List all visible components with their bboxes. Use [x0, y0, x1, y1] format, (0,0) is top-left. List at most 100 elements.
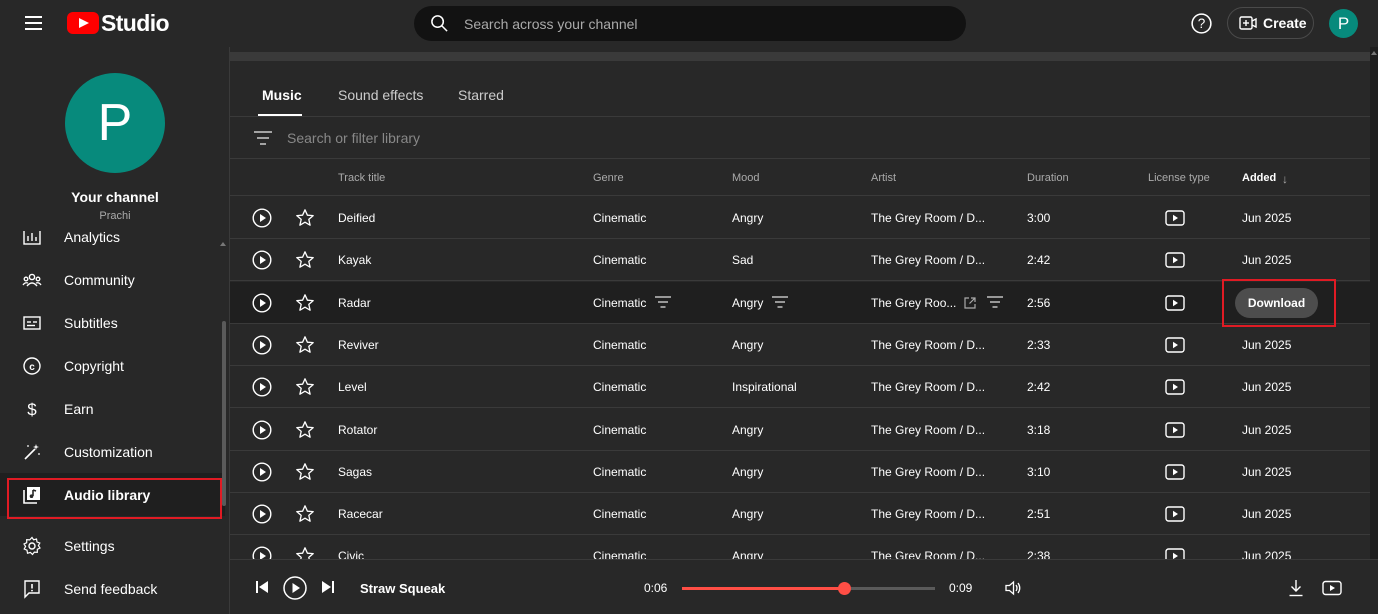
cell-artist: The Grey Roo... — [871, 295, 957, 310]
cell-duration: 2:56 — [1027, 295, 1051, 310]
table-row[interactable]: Radar Cinematic Angry The Grey Roo... 2:56 Do… — [230, 278, 1370, 327]
sidebar-item-analytics[interactable]: Analytics — [0, 231, 225, 258]
sidebar-scroll-up-arrow[interactable] — [220, 242, 226, 246]
sidebar-item-community[interactable]: Community — [0, 258, 225, 301]
video-icon[interactable] — [1322, 580, 1342, 596]
column-added[interactable]: Added — [1242, 172, 1276, 184]
star-icon[interactable] — [295, 546, 315, 559]
table-row[interactable]: Level Cinematic Inspirational The Grey Room… — [230, 366, 1370, 409]
play-icon[interactable] — [252, 504, 272, 524]
table-row[interactable]: Kayak Cinematic Sad The Grey Room / D... 2:4… — [230, 239, 1370, 282]
table-row[interactable]: Racecar Cinematic Angry The Grey Room / D..… — [230, 493, 1370, 536]
top-bar: Studio ? Create P — [0, 0, 1378, 47]
progress-bar[interactable] — [682, 582, 935, 595]
volume-icon[interactable] — [1004, 579, 1022, 597]
star-icon[interactable] — [295, 420, 315, 440]
sidebar-item-audio-library[interactable]: Audio library — [0, 473, 225, 516]
license-type-icon[interactable] — [1165, 294, 1185, 311]
column-mood[interactable]: Mood — [732, 172, 760, 184]
play-icon[interactable] — [252, 335, 272, 355]
column-license-type[interactable]: License type — [1148, 172, 1210, 184]
youtube-studio-logo[interactable]: Studio — [67, 9, 170, 37]
sidebar-scrollbar[interactable] — [222, 321, 226, 506]
search-input[interactable] — [464, 6, 944, 41]
search-icon[interactable] — [430, 14, 449, 33]
account-avatar[interactable]: P — [1329, 9, 1358, 38]
sort-down-arrow-icon[interactable]: ↓ — [1282, 172, 1288, 186]
star-icon[interactable] — [295, 250, 315, 270]
download-icon[interactable] — [1288, 579, 1304, 597]
cell-genre: Cinematic — [593, 380, 647, 395]
license-type-icon[interactable] — [1165, 464, 1185, 480]
play-icon[interactable] — [252, 377, 272, 397]
license-type-icon[interactable] — [1165, 506, 1185, 522]
star-icon[interactable] — [295, 293, 315, 313]
channel-handle: Prachi — [99, 210, 131, 222]
cell-mood: Angry — [732, 507, 764, 522]
progress-handle[interactable] — [837, 582, 851, 595]
filter-by-genre-icon[interactable] — [655, 295, 671, 308]
star-icon[interactable] — [295, 208, 315, 228]
play-icon[interactable] — [252, 293, 272, 313]
next-track-icon[interactable] — [320, 579, 336, 595]
sidebar-item-customization[interactable]: Customization — [0, 430, 225, 473]
filter-by-artist-icon[interactable] — [987, 295, 1003, 308]
tab-music[interactable]: Music — [262, 87, 302, 103]
sidebar-item-settings[interactable]: Settings — [0, 524, 225, 567]
play-icon[interactable] — [252, 250, 272, 270]
play-icon[interactable] — [252, 419, 272, 440]
license-type-icon[interactable] — [1165, 210, 1185, 226]
table-row[interactable]: Rotator Cinematic Angry The Grey Room / D..… — [230, 409, 1370, 451]
column-artist[interactable]: Artist — [871, 172, 896, 184]
table-row[interactable]: Deified Cinematic Angry The Grey Room / D..… — [230, 197, 1370, 239]
create-label: Create — [1263, 15, 1307, 31]
filter-icon[interactable] — [254, 131, 272, 145]
download-button[interactable]: Download — [1235, 287, 1318, 318]
search-bar — [414, 6, 966, 41]
table-row[interactable]: Reviver Cinematic Angry The Grey Room / D..… — [230, 324, 1370, 366]
create-button[interactable]: Create — [1227, 7, 1314, 39]
cell-mood: Angry — [732, 211, 764, 225]
filter-by-mood-icon[interactable] — [772, 295, 788, 308]
current-time: 0:06 — [644, 581, 668, 595]
main-scrollbar[interactable] — [1370, 47, 1378, 559]
play-icon[interactable] — [252, 208, 272, 228]
table-row[interactable]: Sagas Cinematic Angry The Grey Room / D... 3… — [230, 451, 1370, 493]
tab-starred[interactable]: Starred — [458, 87, 504, 103]
license-type-icon[interactable] — [1165, 337, 1185, 353]
play-icon[interactable] — [252, 462, 272, 482]
youtube-logo-icon — [67, 12, 99, 34]
play-icon[interactable] — [283, 576, 307, 600]
play-icon[interactable] — [252, 546, 272, 559]
table-row[interactable]: Civic Cinematic Angry The Grey Room / D... 2… — [230, 535, 1370, 559]
filter-input[interactable] — [287, 117, 887, 159]
cell-added: Jun 2025 — [1242, 211, 1292, 225]
sidebar-item-subtitles[interactable]: Subtitles — [0, 301, 225, 344]
star-icon[interactable] — [295, 462, 315, 482]
external-link-icon[interactable] — [963, 296, 977, 310]
star-icon[interactable] — [295, 504, 315, 524]
hamburger-menu-icon[interactable] — [18, 10, 50, 36]
license-type-icon[interactable] — [1165, 548, 1185, 559]
sidebar-item-send-feedback[interactable]: Send feedback — [0, 567, 225, 610]
cell-title: Kayak — [338, 253, 372, 268]
star-icon[interactable] — [295, 335, 315, 355]
license-type-icon[interactable] — [1165, 421, 1185, 438]
license-type-icon[interactable] — [1165, 252, 1185, 268]
column-genre[interactable]: Genre — [593, 172, 624, 184]
previous-track-icon[interactable] — [254, 579, 270, 595]
channel-avatar[interactable]: P — [65, 73, 165, 173]
sidebar-item-copyright[interactable]: c Copyright — [0, 344, 225, 387]
sidebar-item-earn[interactable]: $ Earn — [0, 387, 225, 430]
star-icon[interactable] — [295, 377, 315, 397]
license-type-icon[interactable] — [1165, 379, 1185, 395]
subtitles-icon — [23, 316, 41, 330]
filter-bar — [230, 117, 1370, 159]
cell-artist: The Grey Room / D... — [871, 337, 986, 352]
tab-sound-effects[interactable]: Sound effects — [338, 87, 423, 103]
feedback-icon — [24, 580, 40, 599]
help-icon[interactable]: ? — [1189, 11, 1214, 36]
column-track-title[interactable]: Track title — [338, 172, 385, 184]
column-duration[interactable]: Duration — [1027, 172, 1069, 184]
main-scroll-up-arrow[interactable] — [1371, 51, 1377, 55]
